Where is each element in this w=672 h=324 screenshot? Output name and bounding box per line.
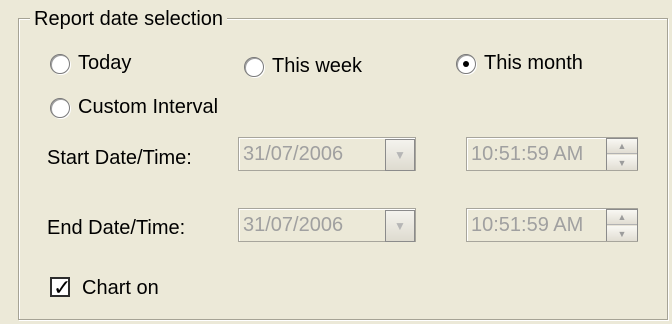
radio-this-week[interactable]: This week <box>244 55 362 78</box>
radio-this-month-label: This month <box>484 52 583 74</box>
start-time-spinner[interactable]: ▲ ▼ <box>606 138 638 170</box>
group-title: Report date selection <box>30 7 228 31</box>
chevron-down-icon: ▼ <box>394 219 406 233</box>
start-time-value: 10:51:59 AM <box>471 143 584 165</box>
radio-custom-interval[interactable]: Custom Interval <box>50 96 218 119</box>
radio-custom-interval-circle[interactable] <box>50 97 70 118</box>
arrow-up-icon[interactable]: ▲ <box>607 139 637 154</box>
radio-this-month-circle[interactable] <box>456 53 476 74</box>
chevron-down-icon: ▼ <box>394 148 406 162</box>
chart-on-checkbox[interactable] <box>50 275 71 301</box>
start-date-dropdown-button[interactable]: ▼ <box>385 139 415 171</box>
radio-this-week-label: This week <box>272 55 363 77</box>
arrow-down-icon[interactable]: ▼ <box>607 226 637 241</box>
radio-this-week-circle[interactable] <box>244 56 264 77</box>
radio-custom-interval-label: Custom Interval <box>78 96 219 118</box>
end-date-label: End Date/Time: <box>47 217 186 239</box>
end-date-dropdown-button[interactable]: ▼ <box>385 210 415 242</box>
radio-today[interactable]: Today <box>50 52 131 75</box>
end-date-value: 31/07/2006 <box>243 214 344 236</box>
end-time-spinner[interactable]: ▲ ▼ <box>606 209 638 241</box>
start-date-value: 31/07/2006 <box>243 143 344 165</box>
radio-today-label: Today <box>78 52 132 74</box>
end-time-value: 10:51:59 AM <box>471 214 584 236</box>
radio-this-month[interactable]: This month <box>456 52 583 75</box>
start-date-label: Start Date/Time: <box>47 147 192 169</box>
arrow-down-icon[interactable]: ▼ <box>607 155 637 170</box>
arrow-up-icon[interactable]: ▲ <box>607 210 637 225</box>
radio-today-circle[interactable] <box>50 53 70 74</box>
chart-on-label: Chart on <box>82 277 159 299</box>
